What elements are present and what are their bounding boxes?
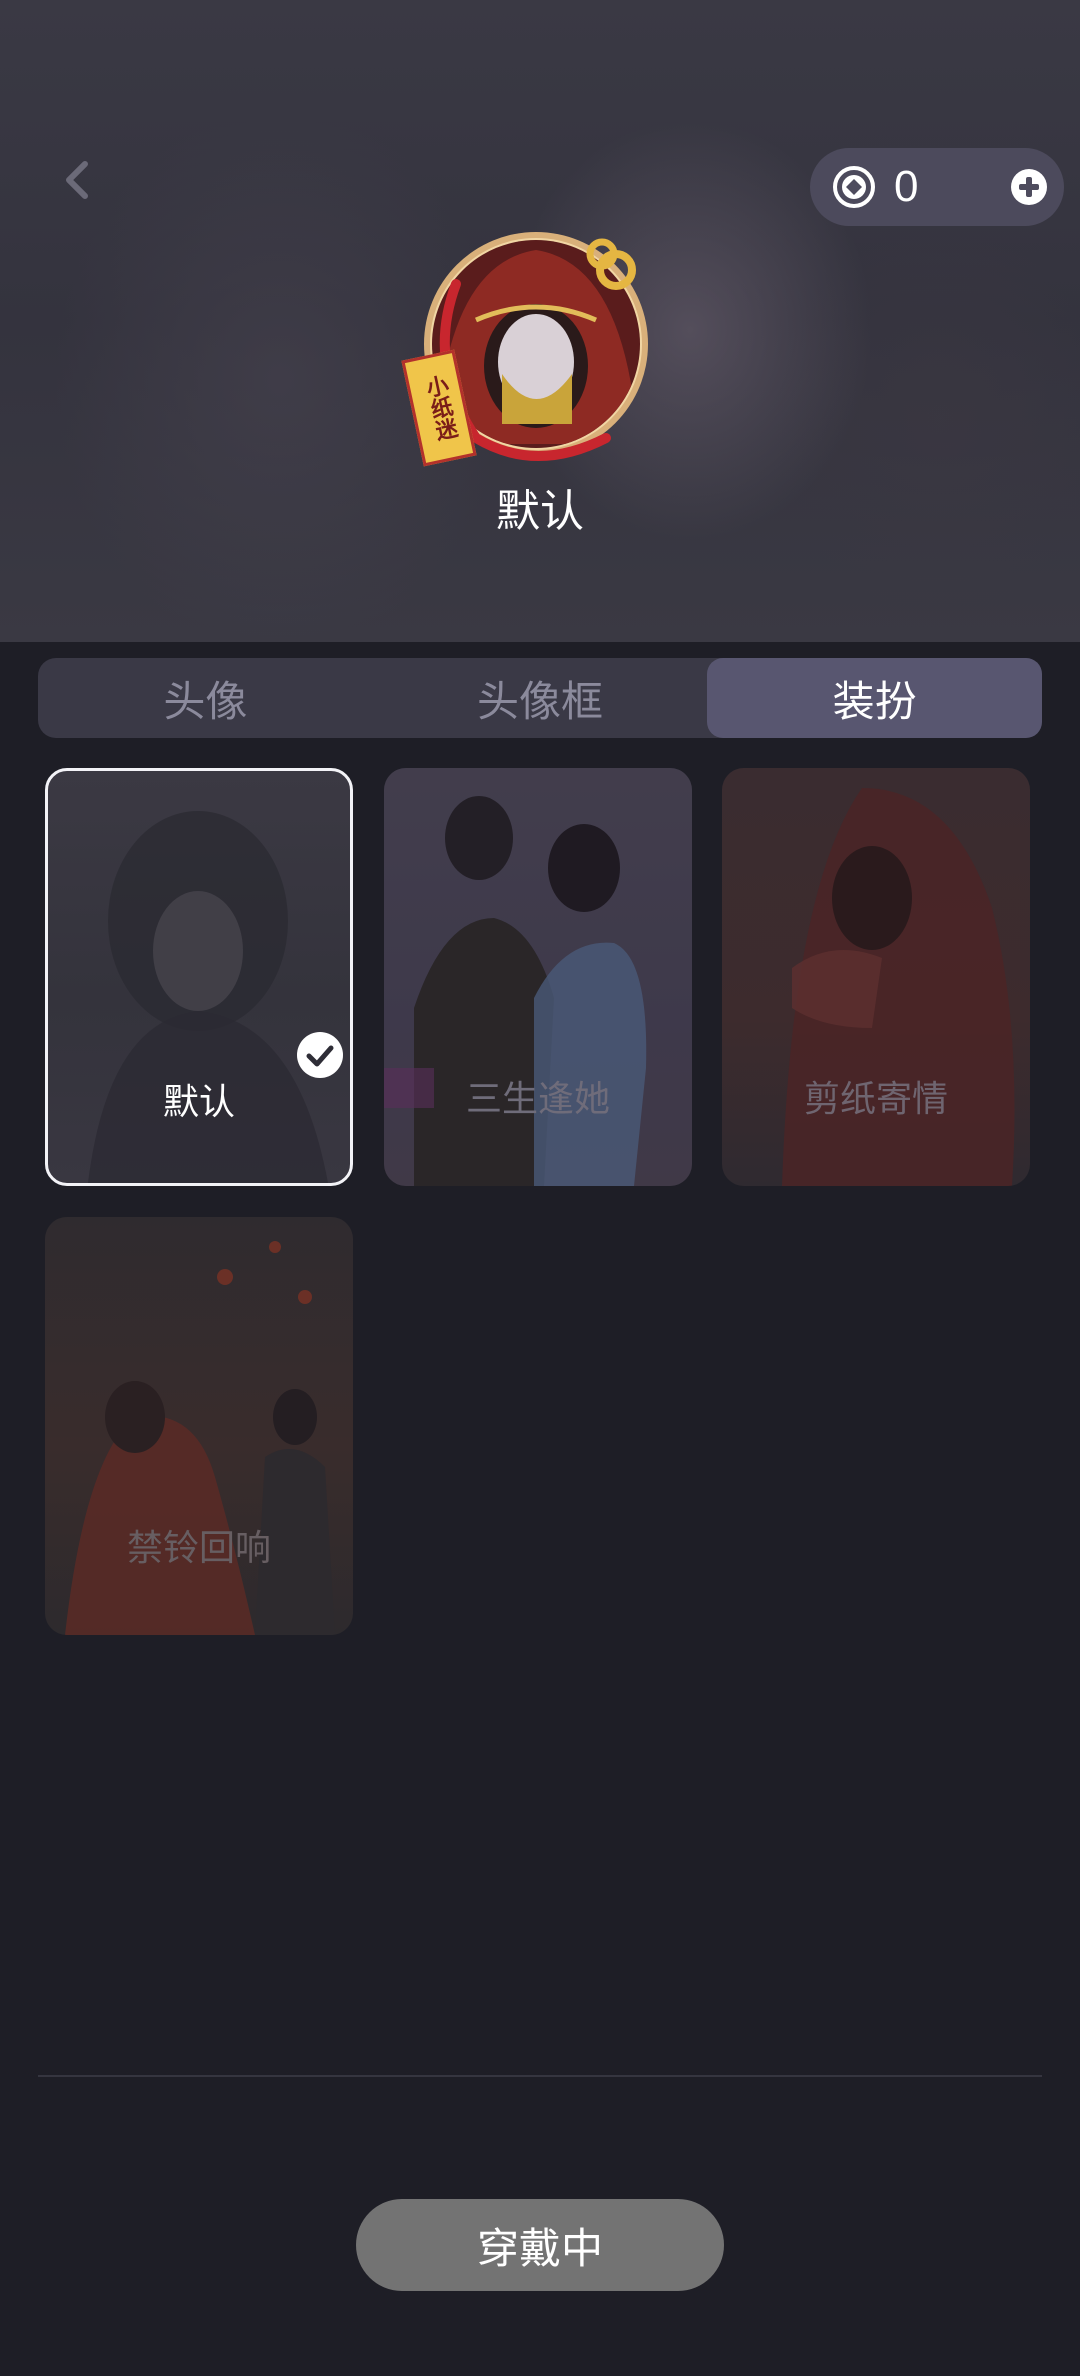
outfit-image (782, 788, 1015, 1186)
coin-icon (833, 166, 875, 208)
tab-avatar[interactable]: 头像 (38, 658, 373, 738)
outfit-card-default[interactable]: 默认 (45, 768, 353, 1186)
avatar[interactable]: 小纸迷 (401, 224, 656, 467)
tab-avatar-frame[interactable]: 头像框 (373, 658, 708, 738)
outfit-card-jianzhi[interactable]: 剪纸寄情 (722, 768, 1030, 1186)
chevron-left-icon (66, 161, 88, 199)
tab-outfit[interactable]: 装扮 (707, 658, 1043, 738)
back-button[interactable] (48, 148, 104, 212)
wearing-button[interactable]: 穿戴中 (356, 2199, 724, 2291)
tab-bar: 头像 头像框 装扮 (38, 658, 1043, 738)
coin-balance: 0 (810, 148, 1064, 226)
outfit-label: 剪纸寄情 (803, 1079, 948, 1120)
avatar-name: 默认 (496, 486, 584, 537)
checkmark-icon (297, 1032, 343, 1078)
outfit-label: 禁铃回响 (126, 1528, 271, 1569)
coin-count: 0 (894, 162, 919, 211)
outfit-card-jinling[interactable]: 禁铃回响 (45, 1217, 353, 1635)
add-coin-icon[interactable] (1010, 168, 1048, 206)
outfit-label: 三生逢她 (465, 1079, 610, 1120)
outfit-label: 默认 (162, 1082, 235, 1123)
outfit-image (384, 768, 692, 1186)
outfit-card-sansheng[interactable]: 三生逢她 (384, 768, 692, 1186)
outfit-image (65, 1241, 335, 1635)
divider (38, 2075, 1042, 2077)
